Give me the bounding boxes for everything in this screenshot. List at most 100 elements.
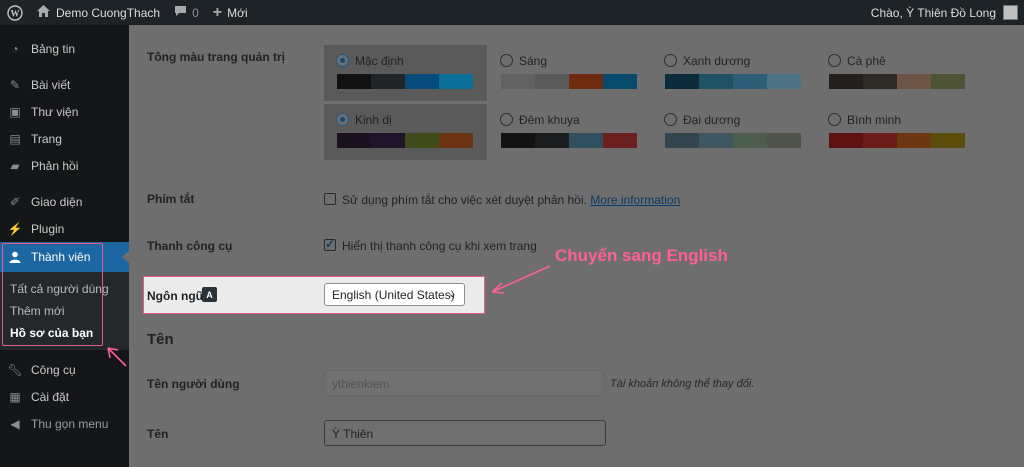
firstname-label: Tên (147, 427, 169, 441)
sidebar-item-label: Phản hồi (31, 158, 79, 173)
translation-icon: A (202, 287, 217, 302)
more-information-link[interactable]: More information (590, 193, 680, 207)
sidebar-item-label: Plugin (31, 221, 65, 236)
sidebar-item-label: Bảng tin (31, 41, 76, 56)
username-value: ythienkiem (332, 377, 390, 391)
wrench-icon: 🔧︎ (7, 362, 23, 377)
scheme-name: Sáng (519, 54, 548, 68)
sidebar-collapse-menu[interactable]: ◀ Thu gọn menu (0, 410, 129, 437)
scheme-option-ectoplasm[interactable]: Kinh dị (324, 104, 487, 160)
scheme-swatches (501, 74, 637, 89)
sidebar-item-comments[interactable]: ▰ Phản hồi (0, 152, 129, 179)
scheme-radio[interactable] (500, 113, 513, 126)
comments-count: 0 (192, 5, 199, 20)
sidebar-item-appearance[interactable]: ✐ Giao diện (0, 188, 129, 215)
firstname-field[interactable]: Ỳ Thiên (324, 420, 606, 446)
scheme-name: Bình minh (847, 113, 902, 127)
language-row-highlight: Ngôn ngữ A English (United States) ⌄ (143, 276, 485, 314)
plus-icon: + (212, 3, 223, 21)
scheme-name: Đại dương (683, 113, 741, 127)
toolbar-checkbox[interactable] (324, 237, 336, 251)
pin-icon: ✎ (9, 77, 21, 92)
chevron-down-icon: ⌄ (447, 288, 457, 300)
scheme-name: Kinh dị (355, 113, 392, 127)
site-name-link[interactable]: Demo CuongThach (30, 0, 167, 25)
sidebar-item-label: Bài viết (31, 77, 71, 92)
sidebar-item-pages[interactable]: ▤ Trang (0, 125, 129, 152)
sidebar-item-dashboard[interactable]: ◔ Bảng tin (0, 35, 129, 62)
firstname-value: Ỳ Thiên (332, 427, 374, 441)
scheme-option-coffee[interactable]: Cà phê (816, 45, 979, 101)
annotation-arrow-icon (491, 265, 551, 294)
sidebar-item-label: Giao diện (31, 194, 83, 209)
scheme-swatches (829, 133, 965, 148)
scheme-radio[interactable] (828, 113, 841, 126)
sidebar-item-label: Cài đặt (31, 389, 70, 404)
scheme-name: Cà phê (847, 54, 886, 68)
scheme-option-blue[interactable]: Xanh dương (652, 45, 815, 101)
new-label: Mới (227, 5, 248, 20)
page-icon: ▤ (9, 131, 21, 146)
media-icon: ▣ (9, 104, 21, 119)
username-note: Tài khoản không thể thay đổi. (610, 378, 755, 390)
comments-link[interactable]: 0 (167, 0, 206, 25)
account-menu[interactable]: Chào, Ỳ Thiên Đồ Long (871, 0, 1024, 25)
sidebar-item-label: Thu gọn menu (31, 416, 109, 431)
toolbar-text: Hiển thị thanh công cụ khi xem trang (342, 239, 537, 253)
svg-text:W: W (11, 8, 20, 18)
sidebar-item-settings[interactable]: ▦ Cài đặt (0, 383, 129, 410)
home-icon (37, 5, 50, 20)
comment-icon: ▰ (10, 158, 20, 173)
scheme-name: Mặc định (355, 54, 404, 68)
sidebar-item-label: Thư viện (31, 104, 79, 119)
username-field: ythienkiem (324, 370, 604, 396)
shortcuts-description: Sử dụng phím tắt cho việc xét duyệt phản… (342, 193, 680, 207)
language-label: Ngôn ngữ (147, 289, 205, 303)
scheme-swatches (501, 133, 637, 148)
scheme-option-ocean[interactable]: Đại dương (652, 104, 815, 160)
scheme-swatches (665, 133, 801, 148)
settings-icon: ▦ (9, 389, 21, 404)
shortcuts-checkbox[interactable] (324, 193, 336, 205)
scheme-radio[interactable] (664, 54, 677, 67)
scheme-option-default[interactable]: Mặc định (324, 45, 487, 101)
avatar (1003, 5, 1018, 20)
wordpress-logo-icon[interactable]: W (0, 0, 30, 25)
scheme-option-midnight[interactable]: Đêm khuya (488, 104, 651, 160)
scheme-swatches (665, 74, 801, 89)
site-name: Demo CuongThach (56, 5, 161, 20)
plugin-icon: ⚡ (7, 221, 23, 236)
comment-bubble-icon (174, 5, 187, 20)
scheme-name: Đêm khuya (519, 113, 580, 127)
sidebar-highlight-box (2, 243, 103, 346)
scheme-option-light[interactable]: Sáng (488, 45, 651, 101)
scheme-radio[interactable] (828, 54, 841, 67)
dashboard-icon: ◔ (11, 41, 19, 56)
scheme-option-sunrise[interactable]: Bình minh (816, 104, 979, 160)
scheme-radio[interactable] (336, 113, 349, 126)
new-content-link[interactable]: + Mới (206, 0, 255, 25)
shortcuts-label: Phím tắt (147, 192, 195, 206)
scheme-radio[interactable] (664, 113, 677, 126)
collapse-icon: ◀ (10, 416, 20, 431)
sidebar-item-media[interactable]: ▣ Thư viện (0, 98, 129, 125)
scheme-name: Xanh dương (683, 54, 751, 68)
language-select-value: English (United States) (332, 288, 455, 302)
greeting: Chào, Ỳ Thiên Đồ Long (870, 5, 996, 20)
sidebar-item-label: Công cụ (31, 362, 76, 377)
scheme-radio[interactable] (336, 54, 349, 67)
scheme-swatches (337, 74, 473, 89)
language-select[interactable]: English (United States) ⌄ (324, 283, 465, 306)
name-section-title: Tên (147, 331, 174, 348)
scheme-radio[interactable] (500, 54, 513, 67)
sidebar-item-plugins[interactable]: ⚡ Plugin (0, 215, 129, 242)
scheme-swatches (829, 74, 965, 89)
annotation-text: Chuyển sang English (555, 246, 728, 265)
color-scheme-label: Tông màu trang quản trị (147, 50, 285, 64)
username-label: Tên người dùng (147, 377, 240, 391)
shortcuts-text: Sử dụng phím tắt cho việc xét duyệt phản… (342, 193, 587, 207)
toolbar-label: Thanh công cụ (147, 239, 233, 253)
scheme-swatches (337, 133, 473, 148)
sidebar-item-posts[interactable]: ✎ Bài viết (0, 71, 129, 98)
admin-bar: W Demo CuongThach 0 + Mới Chào, Ỳ Thiên … (0, 0, 1024, 25)
